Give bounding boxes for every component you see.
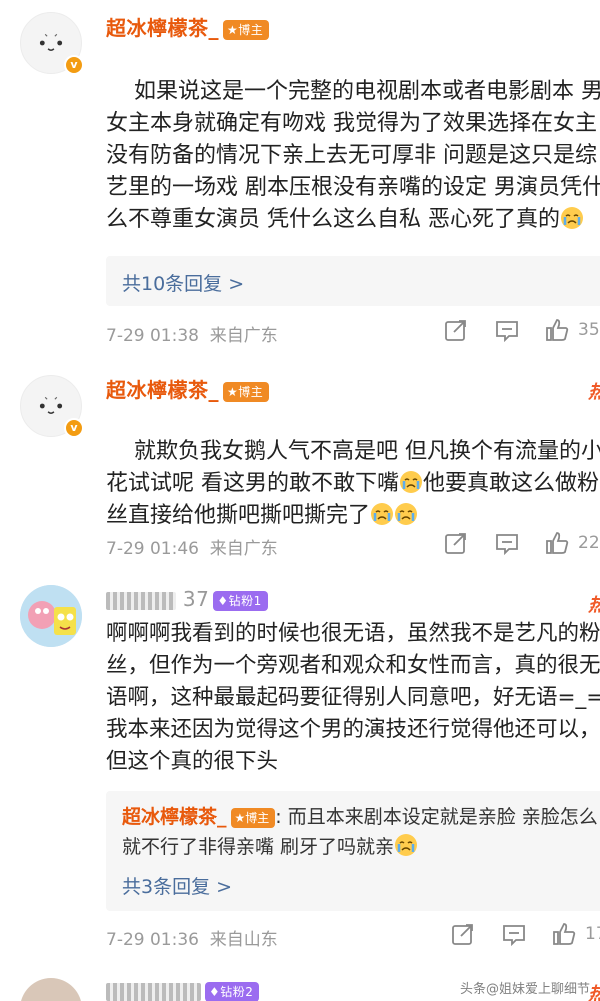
blurred-name: [106, 982, 201, 1001]
reply-preview: 超冰檸檬茶_ ★博主: 而且本来剧本设定就是亲脸 亲脸怎么就不行了非得亲嘴 刷牙了…: [122, 806, 598, 858]
location: 来自山东: [209, 930, 278, 950]
fan-badge: ♦钻粉1: [213, 590, 268, 611]
watermark: 头条@姐妹爱上聊细节: [459, 982, 590, 997]
blogger-badge: ★博主: [230, 807, 276, 828]
like-icon[interactable]: [551, 921, 577, 951]
comment-actions: 35: [440, 317, 600, 347]
blurred-name: [106, 591, 176, 610]
username[interactable]: ♦钻粉2: [106, 978, 260, 1001]
comment-text: 如果说这是一个完整的电视剧本或者电影剧本 男女主本身就确定有吻戏 我觉得为了效果…: [106, 79, 600, 232]
comment-2: v 超冰檸檬茶_★博主 热 就欺负我女鹅人气不高是吧 但凡换个有流量的小花试试呢…: [0, 360, 600, 575]
timestamp: 7-29 01:36: [106, 930, 199, 950]
avatar[interactable]: [20, 585, 82, 647]
crying-emoji-icon: [371, 503, 394, 525]
comment-icon[interactable]: [501, 921, 527, 951]
timestamp: 7-29 01:38: [106, 326, 199, 346]
share-icon[interactable]: [443, 530, 469, 560]
location: 来自广东: [209, 326, 278, 346]
comment-3: 37♦钻粉1 热 啊啊啊我看到的时候也很无语，虽然我不是艺凡的粉丝，但作为一个旁…: [0, 575, 600, 970]
avatar[interactable]: [20, 978, 82, 1001]
hot-icon: 热: [588, 378, 600, 404]
location: 来自广东: [209, 539, 278, 559]
cartoon-characters-icon: [20, 585, 82, 647]
username[interactable]: 37 ♦钻粉1: [106, 587, 268, 611]
blogger-badge: ★博主: [223, 381, 270, 402]
like-count: 35: [578, 320, 600, 340]
view-replies-link[interactable]: 共3条回复 >: [122, 872, 232, 899]
crying-emoji-icon: [395, 834, 418, 856]
blogger-badge: ★博主: [223, 19, 270, 40]
comment-icon[interactable]: [494, 317, 520, 347]
crying-emoji-icon: [400, 471, 422, 493]
comment-actions: 22: [440, 530, 600, 560]
timestamp: 7-29 01:46: [106, 539, 199, 559]
verified-badge-icon: v: [64, 55, 84, 75]
share-icon[interactable]: [450, 921, 476, 951]
view-replies-link[interactable]: 共10条回复 >: [122, 269, 244, 296]
share-icon[interactable]: [443, 317, 469, 347]
comment-meta: 7-29 01:36 来自山东: [106, 925, 278, 950]
like-count: 22: [578, 533, 600, 553]
crying-emoji-icon: [395, 503, 418, 525]
like-count: 17: [585, 924, 600, 944]
comment-meta: 7-29 01:38 来自广东: [106, 321, 278, 346]
verified-badge-icon: v: [64, 418, 84, 438]
comment-1: v 超冰檸檬茶_ ★博主 如果说这是一个完整的电视剧本或者电影剧本 男女主本身就确…: [0, 0, 600, 360]
like-icon[interactable]: [544, 317, 570, 347]
comment-text: 啊啊啊我看到的时候也很无语，虽然我不是艺凡的粉丝，但作为一个旁观者和观众和女性而…: [106, 621, 600, 774]
username[interactable]: 超冰檸檬茶_ ★博主: [106, 12, 270, 41]
username[interactable]: 超冰檸檬茶_ ★博主: [106, 374, 270, 403]
hot-icon: 热: [588, 591, 600, 617]
like-icon[interactable]: [544, 530, 570, 560]
comment-actions: 17: [440, 921, 600, 951]
crying-emoji-icon: [561, 207, 583, 229]
fan-badge: ♦钻粉2: [205, 981, 260, 1001]
comment-icon[interactable]: [494, 530, 520, 560]
comment-meta: 7-29 01:46 来自广东: [106, 534, 278, 559]
